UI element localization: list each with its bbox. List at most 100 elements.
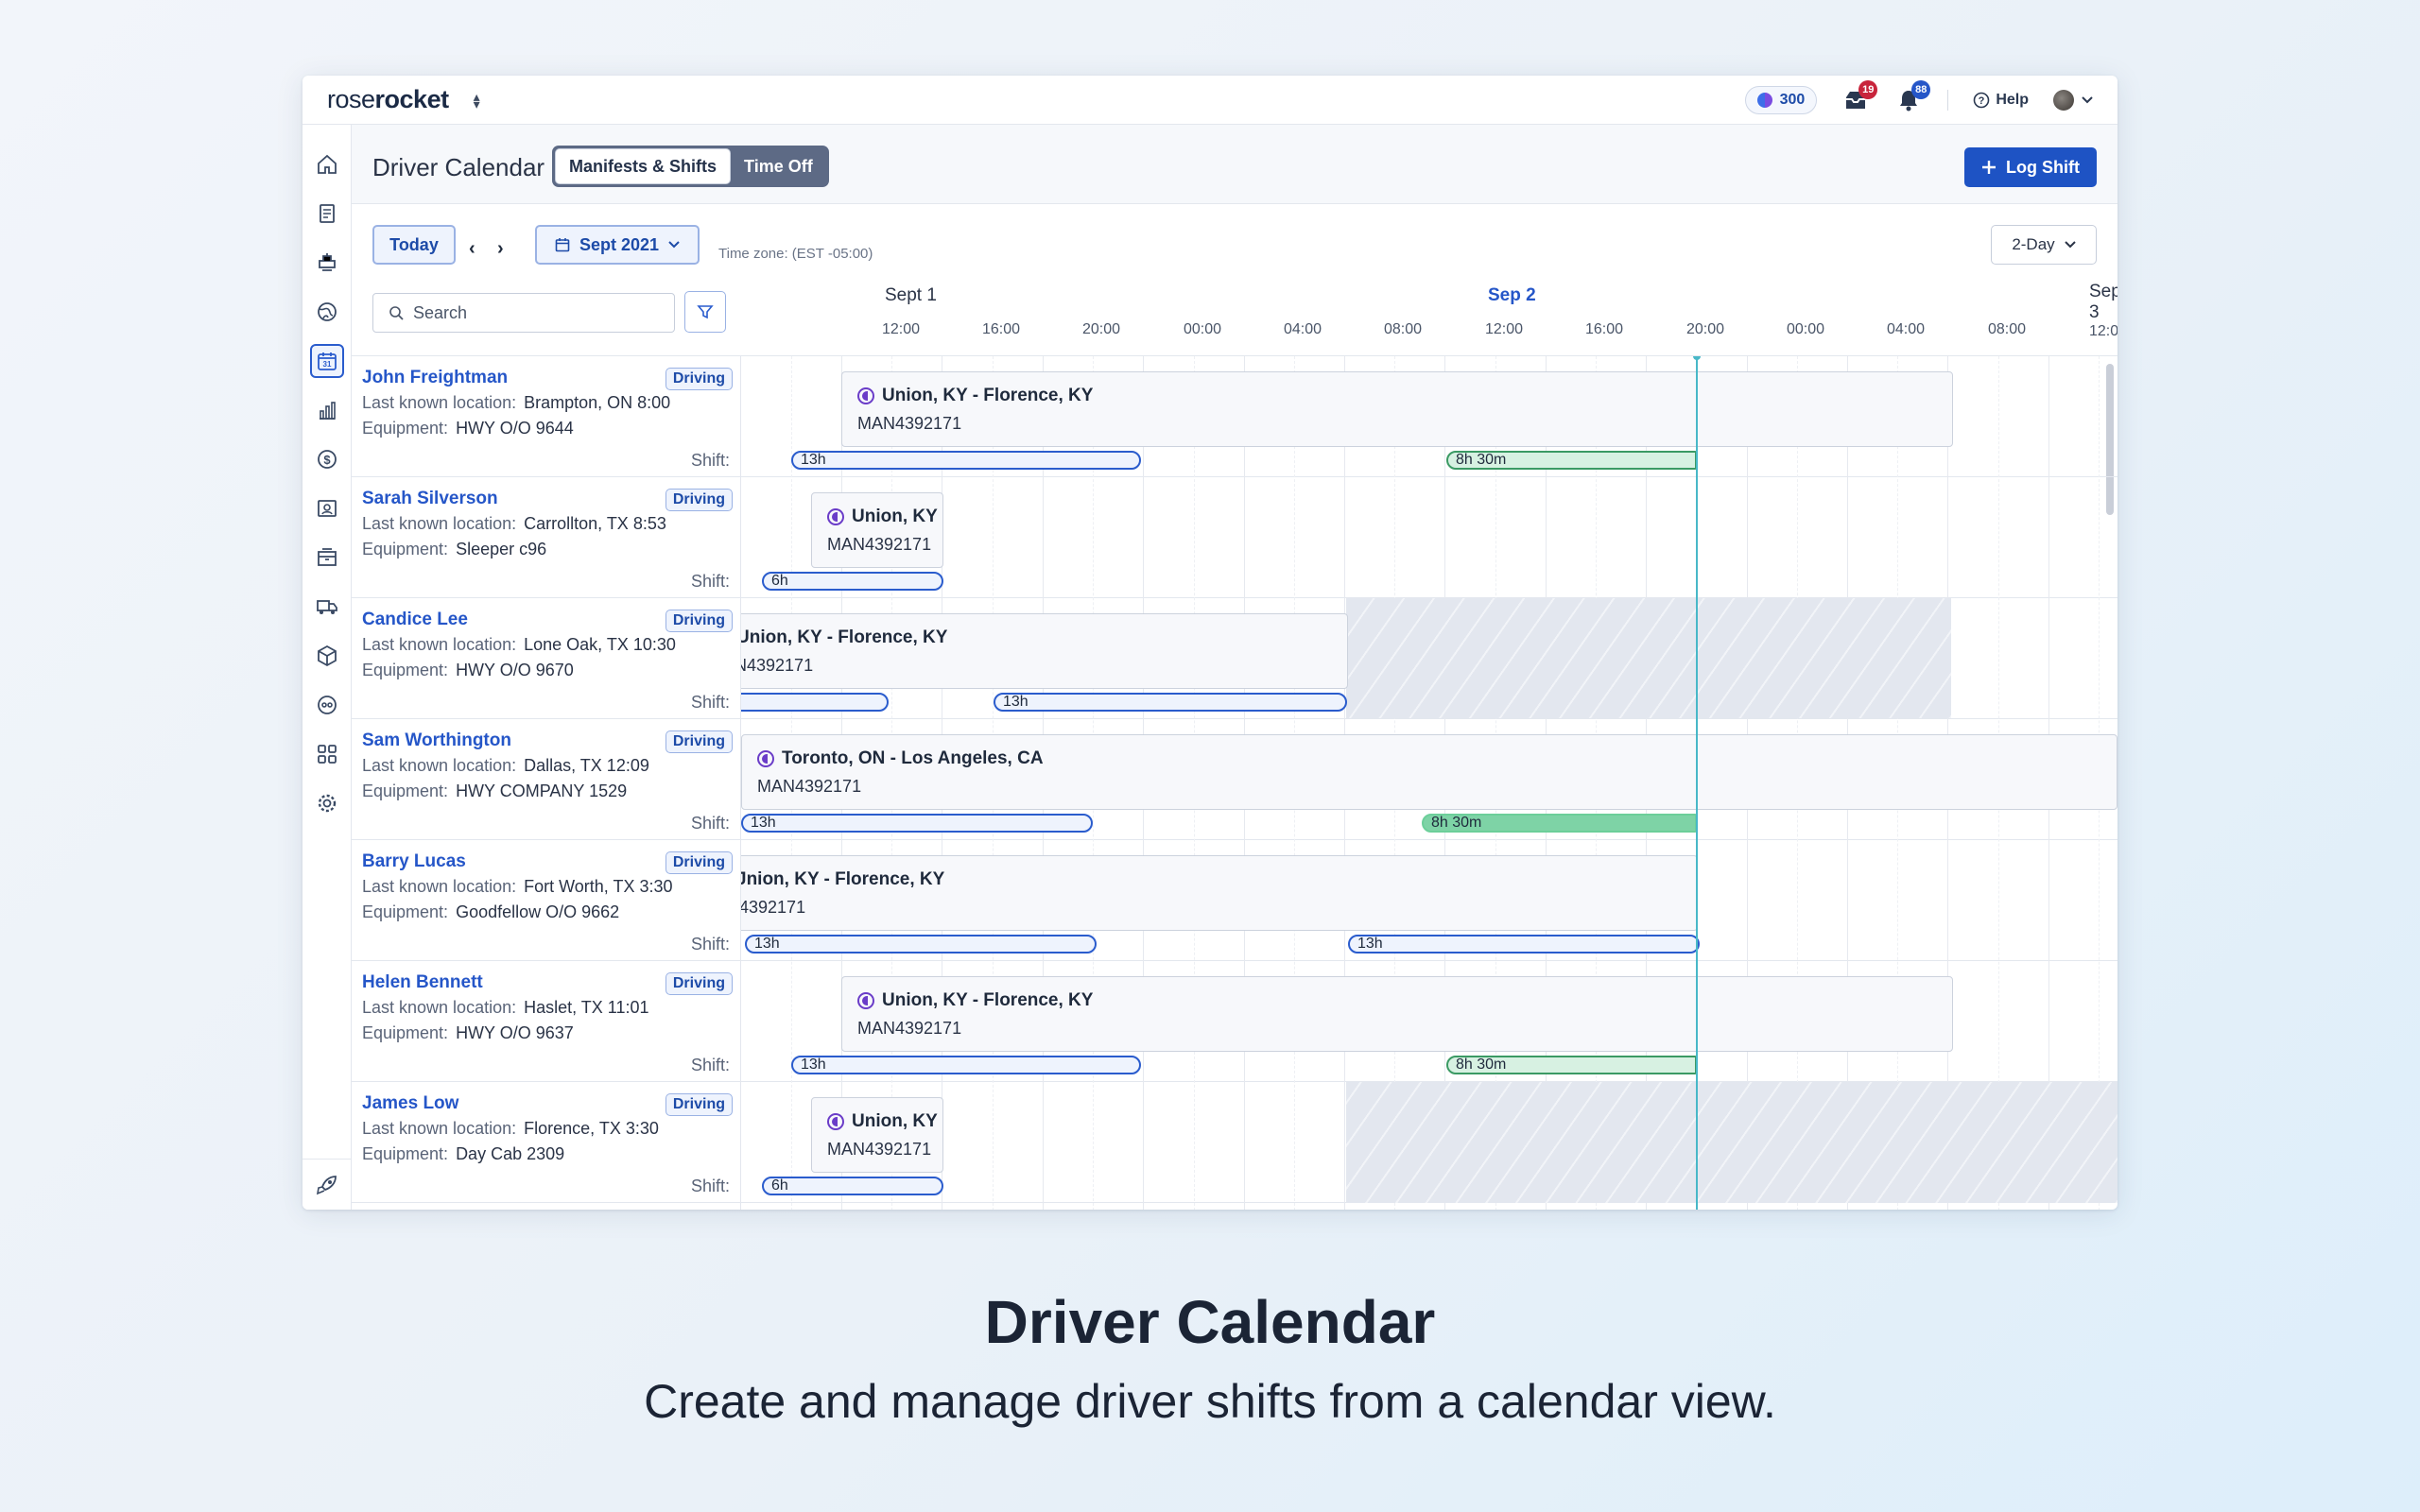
sidebar-item-orders[interactable] (310, 197, 344, 231)
logo-text-light: rose (327, 85, 375, 113)
sidebar-item-shipments[interactable] (310, 639, 344, 673)
notifications-button[interactable]: 88 (1894, 80, 1931, 114)
shift-bar[interactable]: 6h (762, 572, 943, 591)
driver-row[interactable]: Helen Bennett Driving Last known location:… (352, 961, 741, 1082)
manifest-route: Jnion, KY - Florence, KY (741, 869, 944, 890)
calendar-icon: 31 (318, 352, 337, 370)
tab-time-off[interactable]: Time Off (731, 148, 826, 184)
sidebar-item-contacts[interactable] (310, 491, 344, 525)
shift-bar[interactable]: 6h (762, 1177, 943, 1195)
status-badge: Driving (665, 730, 733, 753)
route-text: Toronto, ON - Los Angeles, CA (782, 748, 1044, 768)
driver-row[interactable]: John Freightman Driving Last known locatio… (352, 356, 741, 477)
manifest-card[interactable]: Jnion, KY - Florence, KY I4392171 (741, 855, 1698, 931)
shift-bar[interactable] (741, 693, 889, 712)
sidebar-item-warehouse[interactable] (310, 541, 344, 575)
active-shift-bar[interactable]: 8h 30m (1422, 814, 1697, 833)
shift-bar[interactable]: 13h (791, 1056, 1141, 1074)
driver-row[interactable]: Sarah Silverson Driving Last known locatio… (352, 477, 741, 598)
driver-name[interactable]: Candice Lee (362, 610, 468, 630)
manifest-card[interactable]: Union, KY - Florence, KY N4392171 (741, 613, 1348, 689)
sidebar-item-fleet[interactable] (310, 590, 344, 624)
manifest-id: N4392171 (741, 656, 814, 675)
manifest-card[interactable]: Union, KY MAN4392171 (811, 492, 943, 568)
driver-name[interactable]: Helen Bennett (362, 972, 483, 993)
filter-button[interactable] (684, 291, 726, 333)
log-shift-label: Log Shift (2006, 157, 2080, 177)
sidebar-item-reports[interactable] (310, 393, 344, 427)
tab-manifests-shifts[interactable]: Manifests & Shifts (555, 148, 732, 184)
manifest-card[interactable]: Union, KY - Florence, KY MAN4392171 (841, 371, 1953, 447)
driver-name[interactable]: Sarah Silverson (362, 489, 498, 509)
credits-badge[interactable]: 300 (1744, 86, 1818, 114)
sidebar-item-integrations[interactable] (310, 737, 344, 771)
current-time-line (1693, 356, 1701, 1210)
manifest-id: MAN4392171 (827, 1140, 932, 1159)
timezone-label: Time zone: (EST -05:00) (718, 246, 873, 262)
inbox-button[interactable]: 19 (1841, 80, 1878, 114)
user-menu[interactable] (2053, 90, 2093, 111)
shift-bar[interactable]: 13h (741, 814, 1093, 833)
today-button[interactable]: Today (372, 225, 456, 265)
hour-label: 20:00 (1081, 321, 1121, 337)
dollar-icon: $ (318, 450, 337, 469)
shift-label: Shift: (690, 814, 730, 833)
shift-bar[interactable]: 13h (745, 935, 1097, 954)
sidebar-item-tracking[interactable] (310, 688, 344, 722)
prev-arrow-icon[interactable]: ‹ (469, 238, 475, 260)
month-picker[interactable]: Sept 2021 (535, 225, 700, 265)
sidebar-item-network[interactable] (310, 295, 344, 329)
manifest-icon (857, 992, 874, 1009)
shift-bar[interactable]: 13h (791, 451, 1141, 470)
document-icon (320, 204, 335, 223)
bar-chart-icon (320, 402, 336, 420)
driver-row[interactable]: Candice Lee Driving Last known location: Lo… (352, 598, 741, 719)
home-icon (318, 154, 337, 174)
logo-text-bold: rocket (374, 85, 450, 113)
sidebar-item-calendar[interactable]: 31 (310, 344, 344, 378)
manifest-id: MAN4392171 (827, 535, 932, 554)
sidebar-item-settings[interactable] (310, 786, 344, 820)
org-switcher-icon[interactable]: ▴ ▾ (474, 90, 480, 111)
driver-row[interactable]: Barry Lucas Driving Last known location: Fo… (352, 840, 741, 961)
shift-label: Shift: (690, 1056, 730, 1074)
view-select[interactable]: 2-Day (1991, 225, 2097, 265)
equipment-value: HWY COMPANY 1529 (456, 782, 628, 800)
status-badge: Driving (665, 489, 733, 511)
equipment-label: Equipment: (362, 1144, 449, 1163)
driver-name[interactable]: Sam Worthington (362, 730, 511, 751)
equipment-line: Equipment: Day Cab 2309 (362, 1144, 564, 1164)
driver-row[interactable]: Sam Worthington Driving Last known locatio… (352, 719, 741, 840)
active-shift-bar[interactable]: 8h 30m (1446, 451, 1697, 470)
sidebar-item-dispatch[interactable] (310, 246, 344, 280)
active-shift-bar[interactable]: 8h 30m (1446, 1056, 1697, 1074)
search-input[interactable] (413, 302, 659, 323)
location-value: Lone Oak, TX 10:30 (524, 635, 676, 654)
sidebar-launch-button[interactable] (302, 1159, 352, 1210)
logo[interactable]: roserocket (327, 85, 449, 114)
log-shift-button[interactable]: Log Shift (1964, 147, 2097, 187)
driver-name[interactable]: John Freightman (362, 368, 508, 388)
svg-text:31: 31 (323, 360, 332, 369)
hour-label: 16:00 (1584, 321, 1624, 337)
sidebar-item-billing[interactable]: $ (310, 442, 344, 476)
manifest-route: Union, KY (827, 507, 938, 527)
location-value: Carrollton, TX 8:53 (524, 514, 666, 533)
manifest-icon (827, 508, 844, 525)
shift-bar[interactable]: 13h (994, 693, 1347, 712)
next-arrow-icon[interactable]: › (497, 238, 504, 260)
divider (1947, 90, 1949, 111)
day-label: Sep 3 (2089, 282, 2118, 322)
shift-bar[interactable]: 13h (1348, 935, 1700, 954)
integrations-icon (318, 745, 337, 764)
hour-label: 12:00 (881, 321, 921, 337)
manifest-card[interactable]: Union, KY MAN4392171 (811, 1097, 943, 1173)
sidebar-item-home[interactable] (310, 147, 344, 181)
hour-label: 00:00 (1786, 321, 1825, 337)
manifest-card[interactable]: Toronto, ON - Los Angeles, CA MAN4392171 (741, 734, 2118, 810)
manifest-card[interactable]: Union, KY - Florence, KY MAN4392171 (841, 976, 1953, 1052)
help-button[interactable]: ? Help (1973, 92, 2029, 109)
driver-name[interactable]: James Low (362, 1093, 458, 1114)
driver-row[interactable]: James Low Driving Last known location: Flor… (352, 1082, 741, 1203)
driver-name[interactable]: Barry Lucas (362, 851, 466, 872)
